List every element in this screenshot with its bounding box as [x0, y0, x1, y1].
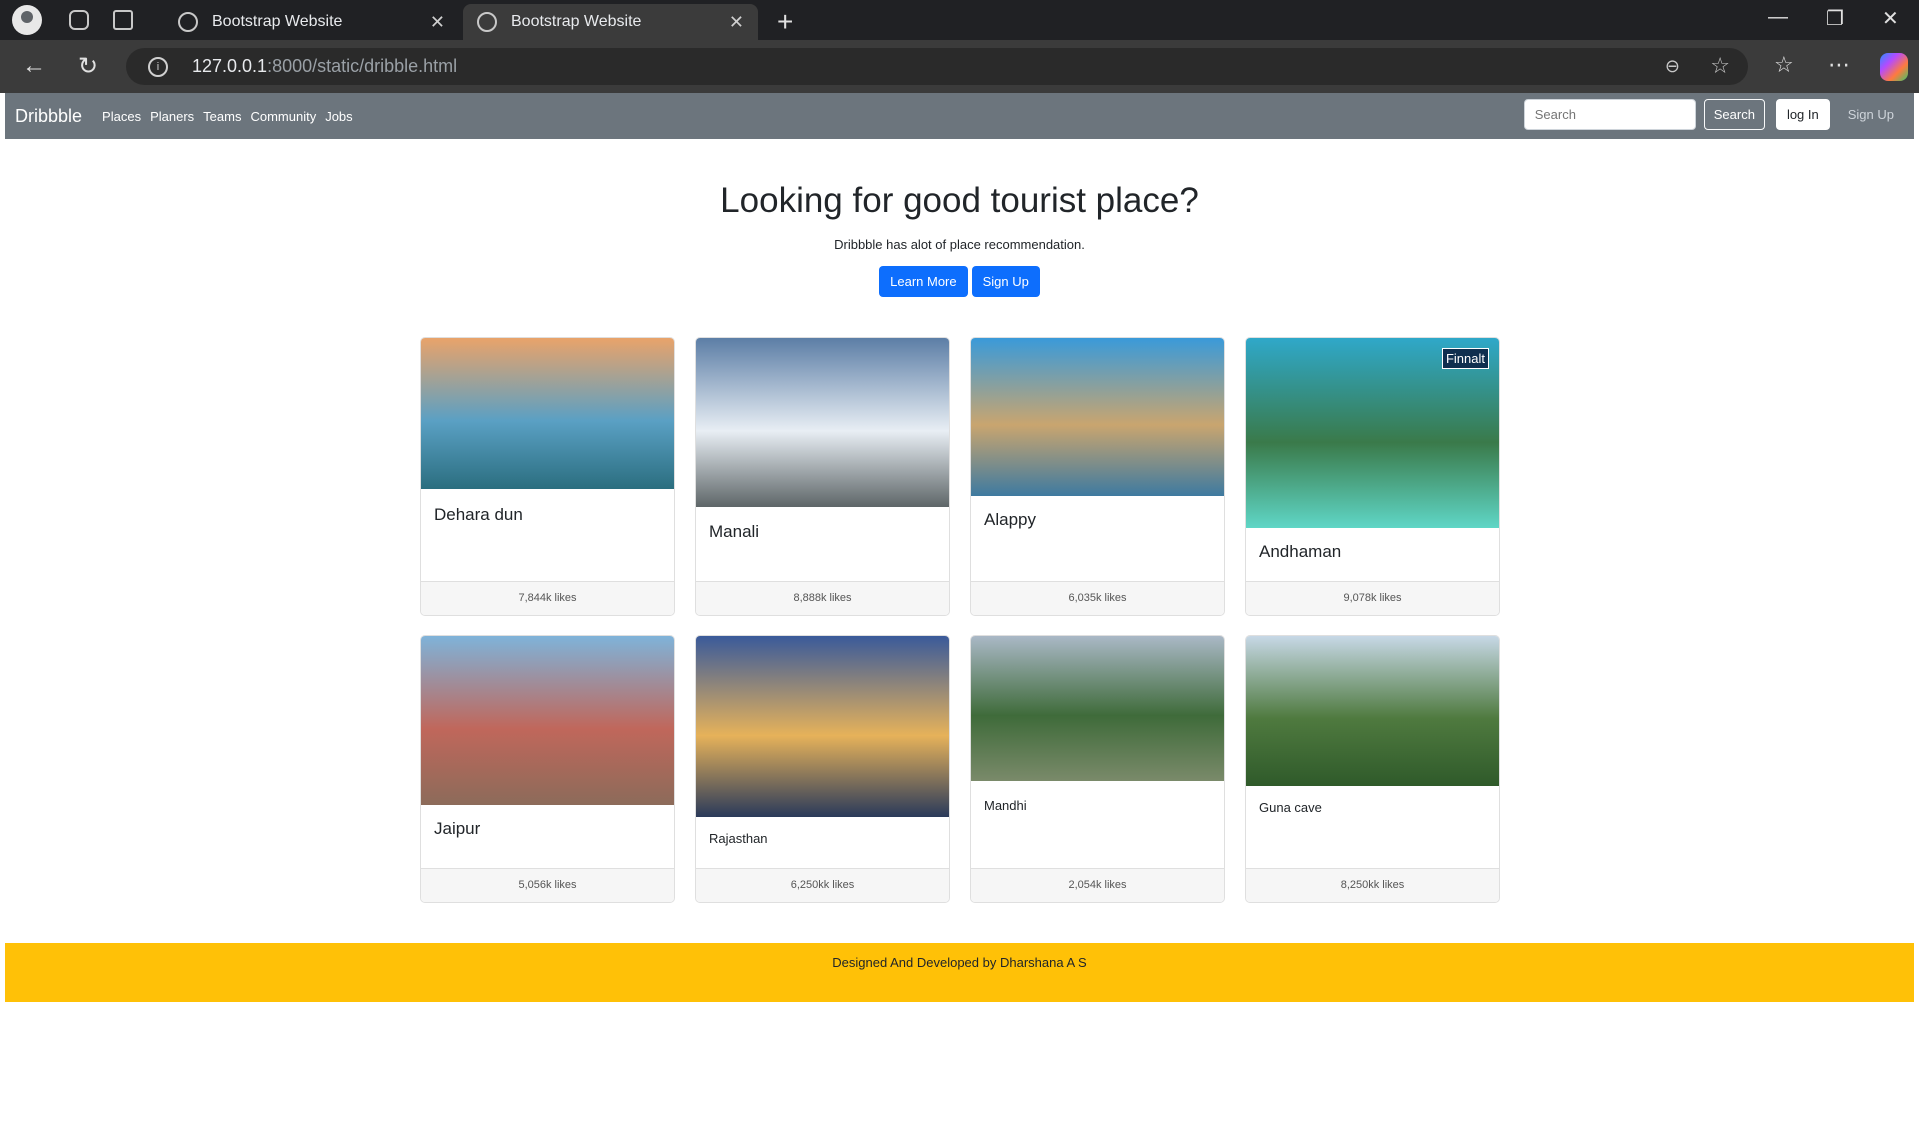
place-image: [1246, 636, 1499, 786]
card-likes: 8,250kk likes: [1246, 868, 1499, 902]
hero-buttons: Learn More Sign Up: [5, 266, 1914, 297]
restore-icon[interactable]: ❐: [1826, 6, 1844, 31]
minimize-icon[interactable]: —: [1768, 6, 1788, 29]
image-watermark: Finnalt: [1441, 348, 1489, 369]
brand-logo[interactable]: Dribbble: [15, 106, 82, 127]
globe-icon: [178, 12, 198, 32]
site-navbar: Dribbble Places Planers Teams Community …: [5, 93, 1914, 139]
hero-title: Looking for good tourist place?: [720, 181, 1199, 220]
url-path: :8000/static/dribble.html: [267, 56, 458, 76]
place-card[interactable]: Dehara dun 7,844k likes: [420, 337, 675, 616]
close-tab-icon[interactable]: ✕: [430, 12, 445, 33]
card-title: Guna cave: [1259, 800, 1322, 815]
card-title: Dehara dun: [434, 505, 523, 524]
card-likes: 5,056k likes: [421, 868, 674, 902]
web-page: Dribbble Places Planers Teams Community …: [5, 93, 1914, 1131]
place-image: [971, 636, 1224, 781]
card-title: Manali: [709, 522, 760, 541]
zoom-out-icon[interactable]: ⊖: [1665, 56, 1680, 77]
footer-credit: Designed And Developed by Dharshana A S: [832, 955, 1087, 970]
hero-signup-button[interactable]: Sign Up: [971, 266, 1040, 297]
tab-1[interactable]: Bootstrap Website ✕: [164, 4, 459, 40]
place-card[interactable]: Rajasthan 6,250kk likes: [695, 635, 950, 903]
place-image: [421, 636, 674, 805]
card-likes: 2,054k likes: [971, 868, 1224, 902]
url-text: 127.0.0.1:8000/static/dribble.html: [192, 56, 457, 77]
card-likes: 9,078k likes: [1246, 581, 1499, 615]
card-title: Rajasthan: [709, 831, 768, 846]
place-card[interactable]: Alappy 6,035k likes: [970, 337, 1225, 616]
hero-section: Looking for good tourist place? Dribbble…: [5, 181, 1914, 297]
info-icon[interactable]: i: [148, 56, 168, 77]
card-likes: 8,888k likes: [696, 581, 949, 615]
nav-teams[interactable]: Teams: [203, 109, 241, 124]
nav-places[interactable]: Places: [102, 109, 141, 124]
refresh-icon[interactable]: ↻: [78, 52, 98, 81]
place-card[interactable]: Jaipur 5,056k likes: [420, 635, 675, 903]
card-title: Andhaman: [1259, 542, 1342, 561]
place-image: [696, 338, 949, 507]
card-title: Jaipur: [434, 819, 481, 838]
favorites-icon[interactable]: ☆: [1774, 52, 1794, 78]
tab-title: Bootstrap Website: [212, 13, 343, 30]
search-input[interactable]: [1523, 99, 1696, 130]
tab-2-active[interactable]: Bootstrap Website ✕: [463, 4, 758, 40]
url-host: 127.0.0.1: [192, 56, 268, 76]
place-image: Finnalt: [1246, 338, 1499, 528]
globe-icon: [477, 12, 497, 32]
card-likes: 7,844k likes: [421, 581, 674, 615]
more-icon[interactable]: ⋯: [1828, 52, 1850, 78]
place-image: [421, 338, 674, 489]
workspaces-icon[interactable]: [69, 10, 89, 30]
new-tab-button[interactable]: +: [777, 6, 793, 38]
place-card[interactable]: Finnalt Andhaman 9,078k likes: [1245, 337, 1500, 616]
navbar-right: Search log In Sign Up: [1523, 99, 1904, 130]
learn-more-button[interactable]: Learn More: [879, 266, 968, 297]
nav-jobs[interactable]: Jobs: [325, 109, 352, 124]
back-icon[interactable]: ←: [22, 52, 46, 80]
address-bar-row: ← ↻ i 127.0.0.1:8000/static/dribble.html…: [0, 40, 1919, 93]
card-title: Mandhi: [984, 798, 1027, 813]
favorite-star-icon[interactable]: ☆: [1710, 53, 1730, 79]
window-close-icon[interactable]: ✕: [1882, 6, 1899, 31]
signup-link[interactable]: Sign Up: [1848, 107, 1894, 122]
login-button[interactable]: log In: [1775, 99, 1830, 130]
url-field[interactable]: i 127.0.0.1:8000/static/dribble.html ⊖ ☆: [126, 48, 1748, 85]
place-card[interactable]: Mandhi 2,054k likes: [970, 635, 1225, 903]
copilot-icon[interactable]: [1880, 53, 1908, 81]
site-footer: Designed And Developed by Dharshana A S: [5, 943, 1914, 1002]
place-card[interactable]: Manali 8,888k likes: [695, 337, 950, 616]
nav-planers[interactable]: Planers: [150, 109, 194, 124]
close-tab-icon[interactable]: ✕: [729, 12, 744, 33]
tab-actions-icon[interactable]: [113, 10, 133, 30]
place-image: [696, 636, 949, 817]
nav-community[interactable]: Community: [250, 109, 316, 124]
place-image: [971, 338, 1224, 496]
place-card[interactable]: Guna cave 8,250kk likes: [1245, 635, 1500, 903]
card-likes: 6,250kk likes: [696, 868, 949, 902]
search-button[interactable]: Search: [1703, 99, 1765, 130]
browser-tab-bar: Bootstrap Website ✕ Bootstrap Website ✕ …: [0, 0, 1919, 40]
card-title: Alappy: [984, 510, 1036, 529]
profile-icon[interactable]: [12, 5, 42, 35]
hero-subtitle: Dribbble has alot of place recommendatio…: [834, 237, 1085, 252]
tab-title: Bootstrap Website: [511, 13, 642, 30]
card-likes: 6,035k likes: [971, 581, 1224, 615]
